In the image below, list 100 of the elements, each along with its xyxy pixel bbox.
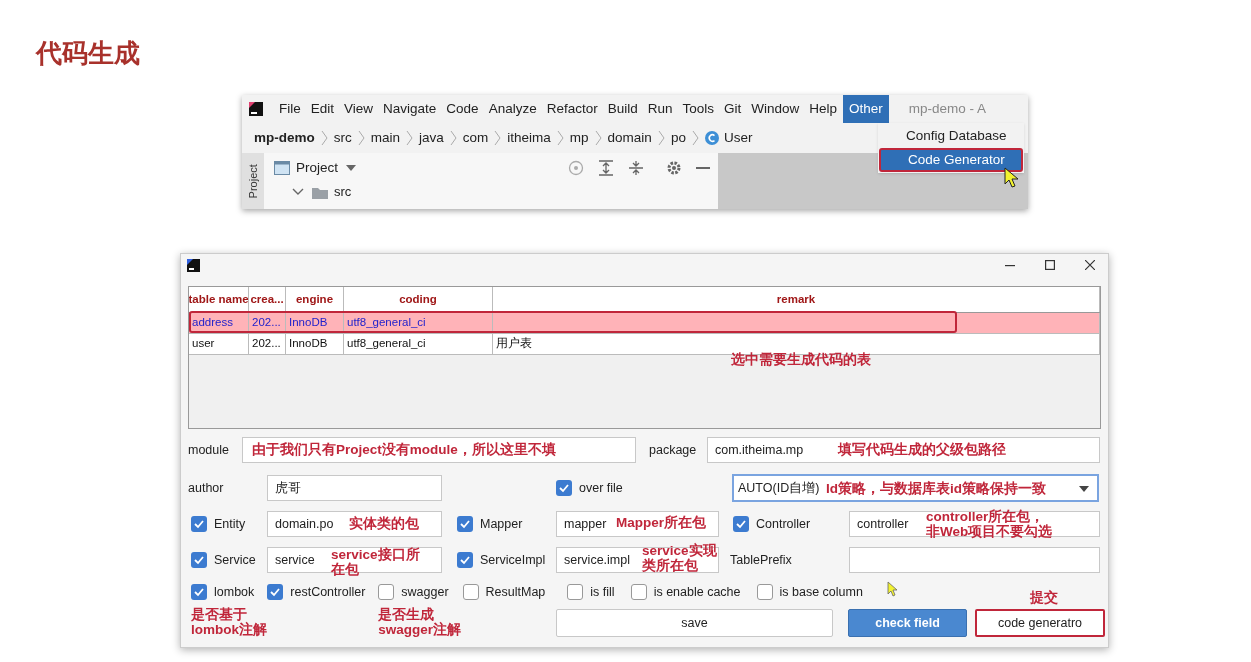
breadcrumb-item[interactable]: po [670, 127, 686, 149]
checkbox[interactable] [630, 584, 647, 600]
chevron-icon [691, 130, 699, 146]
checkbox[interactable] [191, 584, 207, 600]
menu-item[interactable]: Tools [678, 95, 718, 123]
menu-item[interactable]: View [340, 95, 378, 123]
breadcrumb-item[interactable]: itheima [507, 127, 551, 149]
breadcrumb-item[interactable]: com [462, 127, 489, 149]
table-cell-text: InnoDB [289, 336, 328, 352]
window-icon [274, 161, 290, 175]
checkbox[interactable] [457, 516, 473, 532]
settings-icon [666, 160, 682, 176]
breadcrumb-item[interactable]: mp-demo [254, 127, 315, 149]
menu-item[interactable]: Window [747, 95, 804, 123]
window-title: mp-demo - A [908, 99, 987, 118]
menu-item[interactable]: Code [442, 95, 483, 123]
annotation: 实体类的包 [349, 516, 419, 531]
menu-item[interactable]: Navigate [379, 95, 441, 123]
checkbox[interactable] [733, 516, 749, 532]
field-label: author [188, 479, 225, 497]
breadcrumb-item[interactable]: User [723, 127, 753, 149]
checkbox[interactable] [756, 584, 773, 600]
table-cell-text: InnoDB [289, 315, 328, 331]
menu-item[interactable]: Build [603, 95, 642, 123]
cursor-icon [886, 581, 898, 597]
checkbox[interactable] [267, 584, 284, 600]
tree-item[interactable]: src [334, 182, 352, 202]
column-header[interactable]: crea... [249, 287, 286, 312]
field-label: package [649, 441, 698, 459]
field-label: is fill [590, 583, 615, 601]
field-label: ResultMap [485, 583, 546, 601]
column-header[interactable]: coding [344, 287, 493, 312]
checkbox[interactable] [567, 584, 584, 600]
dropdown-field[interactable]: AUTO(ID自增) Id策略，与数据库表id策略保持一致 [732, 474, 1099, 502]
field-label: Controller [756, 515, 811, 533]
field-label: Mapper [480, 515, 523, 533]
app-logo-icon [187, 258, 200, 272]
input-field[interactable]: 虎哥 [267, 475, 442, 501]
chevron-icon [406, 130, 413, 146]
target-icon [568, 160, 584, 176]
menu-item[interactable]: Config Database [879, 124, 1023, 148]
column-header[interactable]: engine [286, 287, 344, 312]
table-cell-text: 202... [252, 315, 281, 331]
menu-item[interactable]: Code Generator [879, 148, 1023, 172]
checkbox[interactable] [378, 584, 395, 600]
input-field[interactable]: mapper Mapper所在包 [556, 511, 719, 537]
menu-item[interactable]: Git [720, 95, 746, 123]
table-cell-text: utf8_general_ci [347, 336, 426, 352]
field-label: Entity [214, 515, 246, 533]
chevron-icon [320, 130, 328, 146]
input-field[interactable]: controller controller所在包，非Web项目不要勾选 [849, 511, 1100, 537]
panel-title[interactable]: Project [296, 157, 339, 179]
menu-item[interactable]: File [275, 95, 305, 123]
column-header[interactable]: table name [189, 287, 249, 312]
slide-title: 代码生成 [36, 37, 140, 70]
breadcrumb-item[interactable]: mp [569, 127, 589, 149]
caret-icon [346, 165, 357, 171]
class-icon [704, 131, 719, 145]
annotation: 是否生成swagger注解 [378, 606, 463, 637]
maximize-icon [1045, 260, 1055, 270]
save-button[interactable]: save [556, 609, 833, 637]
checkbox[interactable] [556, 480, 572, 496]
menu-item[interactable]: Other [843, 95, 889, 123]
chevron-icon [357, 130, 365, 146]
breadcrumb-item[interactable]: src [333, 127, 352, 149]
chevron-icon [657, 130, 665, 146]
column-header[interactable]: remark [493, 287, 1100, 312]
input-field[interactable]: domain.po 实体类的包 [267, 511, 442, 537]
table-row[interactable]: address 202... InnoDB utf8_general_ci [189, 313, 1100, 334]
annotation: 是否基于lombok注解 [191, 606, 268, 637]
menu-item[interactable]: Help [805, 95, 842, 123]
table-cell-text: 202... [252, 336, 281, 352]
field-label: ServiceImpl [480, 551, 546, 569]
field-label: module [188, 441, 230, 459]
table-cell-text: 用户表 [496, 336, 532, 352]
checkbox[interactable] [462, 584, 479, 600]
breadcrumb-item[interactable]: java [419, 127, 444, 149]
input-field[interactable] [849, 547, 1100, 573]
checkbox[interactable] [457, 552, 473, 568]
action-button[interactable]: check field [848, 609, 967, 637]
menu-item[interactable]: Edit [306, 95, 339, 123]
field-label: is base column [779, 583, 863, 601]
field-label: is enable cache [653, 583, 741, 601]
field-label: restController [290, 583, 366, 601]
close-icon [1085, 260, 1095, 270]
breadcrumb-item[interactable]: main [370, 127, 400, 149]
checkbox[interactable] [191, 552, 207, 568]
table-cell-text: user [192, 336, 215, 352]
menu-item[interactable]: Run [643, 95, 677, 123]
action-button[interactable]: code generatro [975, 609, 1105, 637]
field-label: Service [214, 551, 256, 569]
menu-item[interactable]: Analyze [484, 95, 541, 123]
table-cell-text: address [192, 315, 233, 331]
annotation: controller所在包，非Web项目不要勾选 [926, 509, 1054, 539]
menu-item[interactable]: Refactor [542, 95, 602, 123]
input-field[interactable]: com.itheima.mp 填写代码生成的父级包路径 [707, 437, 1100, 463]
checkbox[interactable] [191, 516, 207, 532]
chevron-icon [594, 130, 602, 146]
input-field[interactable]: 由于我们只有Project没有module，所以这里不填 [242, 437, 636, 463]
breadcrumb-item[interactable]: domain [607, 127, 652, 149]
